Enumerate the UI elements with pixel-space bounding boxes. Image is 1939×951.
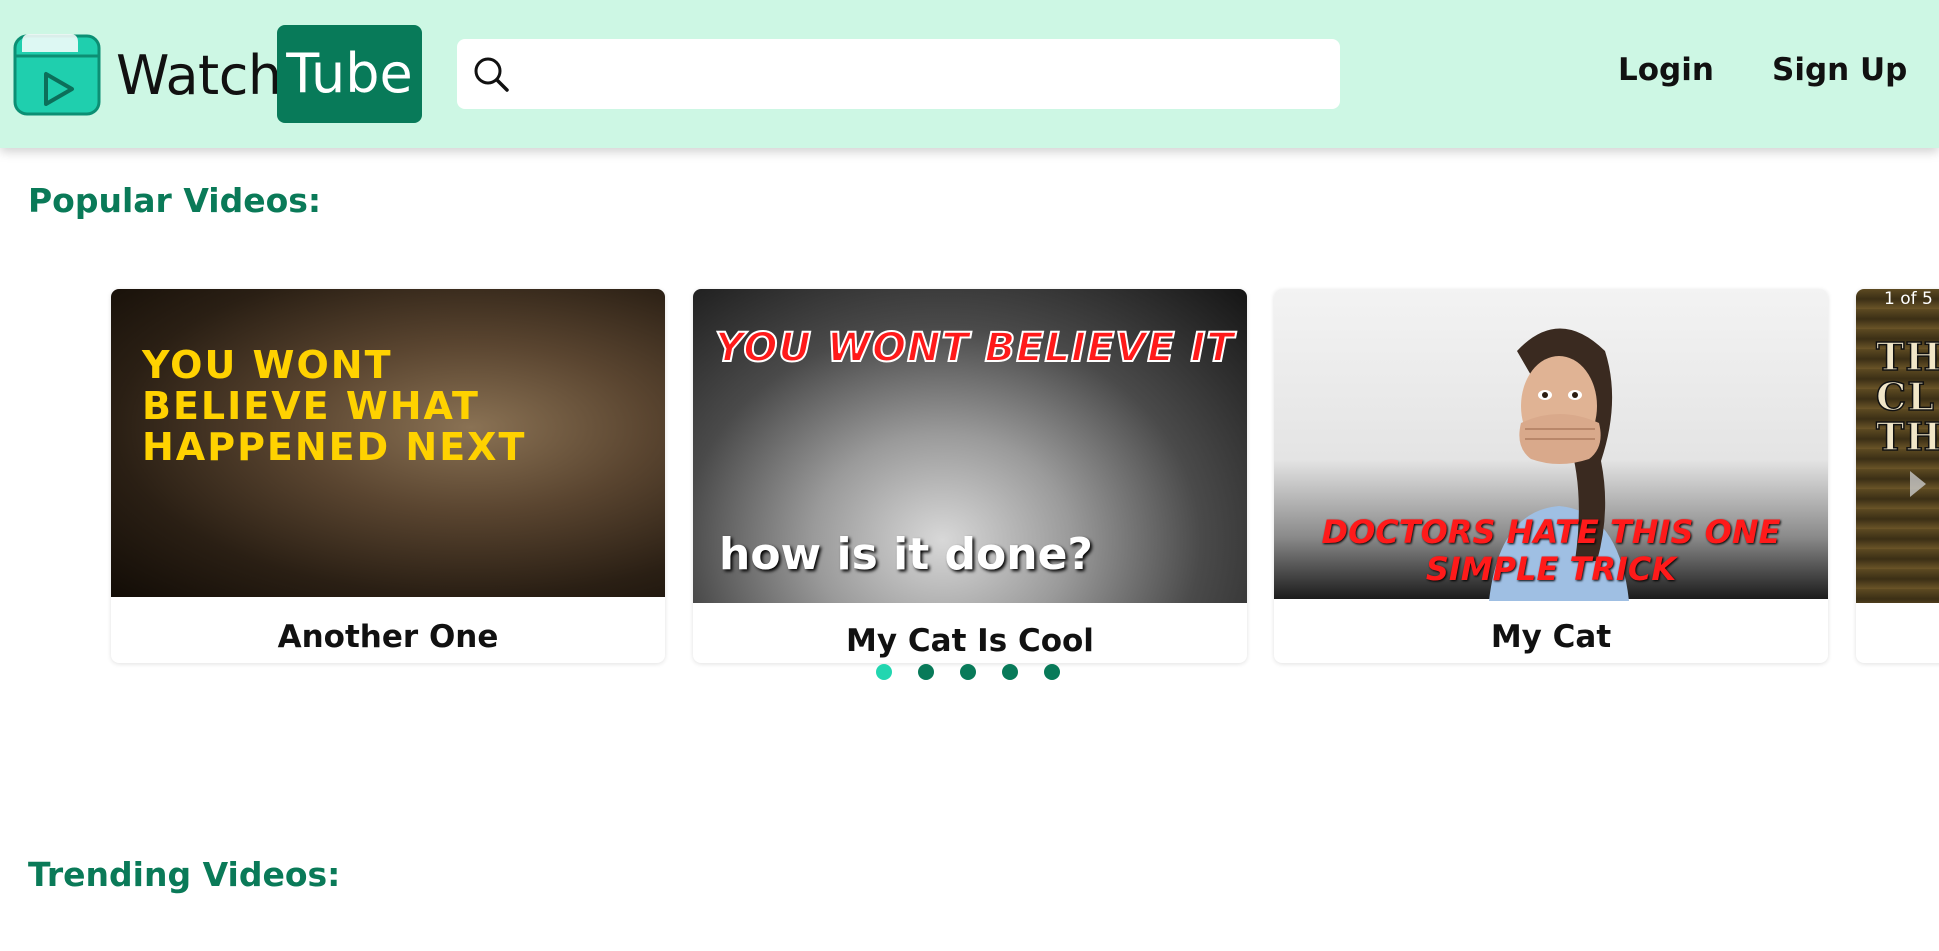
logo-text[interactable]: Watch [116,46,282,106]
folder-play-icon[interactable] [12,28,102,118]
video-card[interactable]: YOU WONT BELIEVE IT how is it done? My C… [693,289,1247,663]
thumbnail-text-bottom: how is it done? [719,529,1093,580]
carousel-dot-5[interactable] [1044,664,1060,680]
carousel-dot-2[interactable] [918,664,934,680]
video-card[interactable]: 1 of 5 TH CL TH [1856,289,1939,663]
thumbnail-text: DOCTORS HATE THIS ONE SIMPLE TRICK [1321,513,1781,588]
video-title[interactable]: My Cat [1274,619,1828,655]
video-card[interactable]: YOU WONT BELIEVE WHAT HAPPENED NEXT Anot… [111,289,665,663]
search-bar[interactable] [457,39,1340,109]
search-input[interactable] [523,49,1327,101]
video-thumbnail[interactable]: YOU WONT BELIEVE IT how is it done? [693,289,1247,603]
thumbnail-text: YOU WONT BELIEVE WHAT HAPPENED NEXT [142,343,527,469]
video-title[interactable]: Another One [111,619,665,655]
video-thumbnail[interactable]: YOU WONT BELIEVE WHAT HAPPENED NEXT [111,289,665,597]
search-icon[interactable] [471,54,511,94]
carousel-dot-1[interactable] [876,664,892,680]
popular-videos-heading: Popular Videos: [28,181,322,220]
slide-counter: 1 of 5 [1884,289,1933,309]
video-thumbnail[interactable]: DOCTORS HATE THIS ONE SIMPLE TRICK [1274,289,1828,601]
header: Watch Tube Login Sign Up [0,0,1939,148]
login-button[interactable]: Login [1618,52,1714,88]
thumbnail-text-top: YOU WONT BELIEVE IT [714,324,1235,372]
thumbnail-text: TH CL TH [1875,334,1939,459]
video-card[interactable]: DOCTORS HATE THIS ONE SIMPLE TRICK My Ca… [1274,289,1828,663]
trending-videos-heading: Trending Videos: [28,855,341,894]
video-title[interactable]: My Cat Is Cool [693,623,1247,659]
signup-button[interactable]: Sign Up [1772,52,1907,88]
carousel-dot-4[interactable] [1002,664,1018,680]
logo-badge[interactable]: Tube [277,25,422,123]
carousel-dot-3[interactable] [960,664,976,680]
video-thumbnail[interactable]: 1 of 5 TH CL TH [1856,289,1939,603]
chevron-right-icon[interactable] [1908,469,1928,499]
